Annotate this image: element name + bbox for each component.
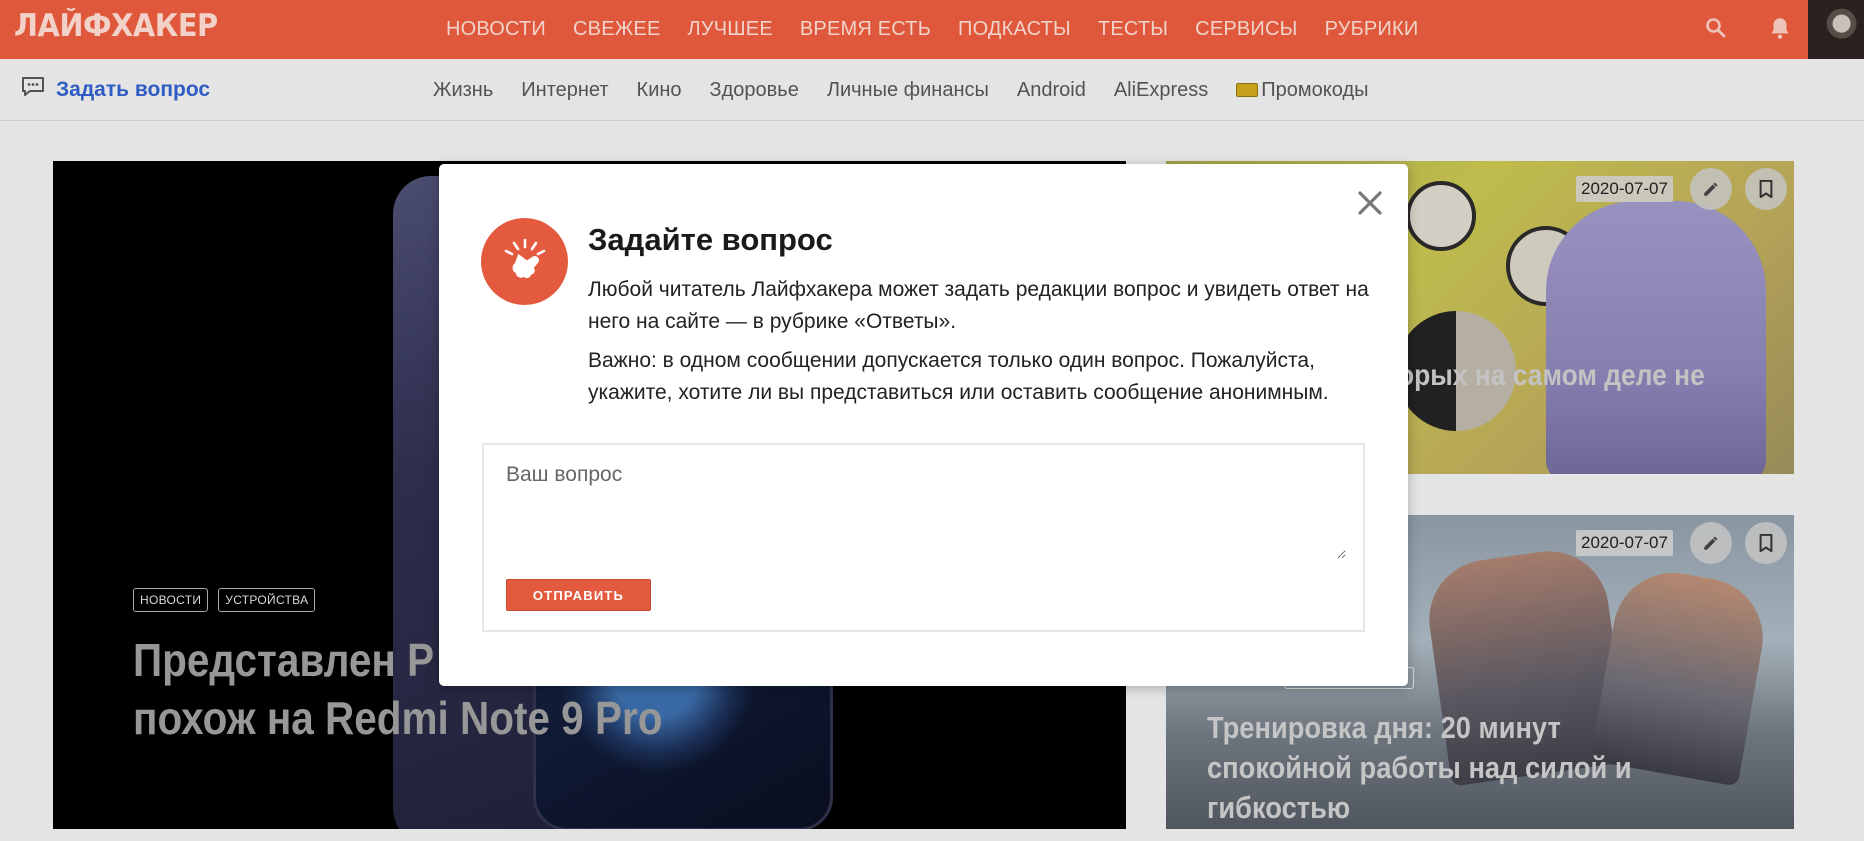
- modal-description: Любой читатель Лайфхакера может задать р…: [588, 278, 1369, 333]
- question-input[interactable]: [506, 463, 1346, 559]
- ask-question-modal: Задайте вопрос Любой читатель Лайфхакера…: [439, 164, 1408, 686]
- close-icon[interactable]: [1355, 188, 1385, 218]
- question-form: ОТПРАВИТЬ: [482, 443, 1365, 632]
- submit-button[interactable]: ОТПРАВИТЬ: [506, 579, 651, 611]
- modal-title: Задайте вопрос: [588, 222, 833, 257]
- modal-note: Важно: в одном сообщении допускается тол…: [588, 349, 1329, 404]
- snap-fingers-icon: [481, 218, 568, 305]
